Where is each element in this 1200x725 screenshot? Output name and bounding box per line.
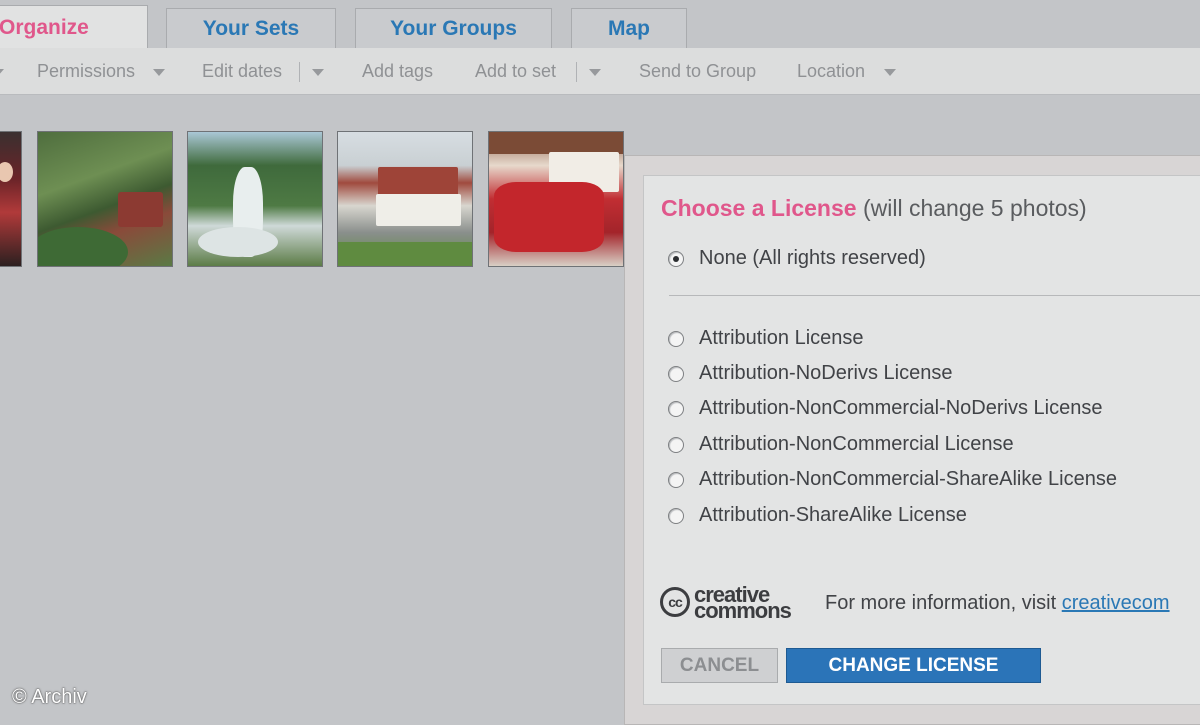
photo-thumbnail[interactable] xyxy=(337,131,473,267)
creative-commons-link[interactable]: creativecom xyxy=(1062,592,1170,614)
tab-map[interactable]: Map xyxy=(571,8,687,48)
license-option-attribution-noncommercial-sharealike[interactable]: Attribution-NonCommercial-ShareAlike Lic… xyxy=(668,468,1117,491)
more-info-text: For more information, visit creativecom xyxy=(825,592,1170,615)
radio-button[interactable] xyxy=(668,436,684,453)
tab-organize-label: Organize xyxy=(0,15,89,39)
sofa-shape xyxy=(494,182,604,252)
cancel-button[interactable]: CANCEL xyxy=(661,648,778,683)
radio-button[interactable] xyxy=(668,330,684,347)
add-tags-button[interactable]: Add tags xyxy=(362,61,433,82)
tab-your-sets-label: Your Sets xyxy=(202,16,300,40)
location-chevron-down-icon[interactable] xyxy=(884,69,896,76)
license-option-label: Attribution-NonCommercial-ShareAlike Lic… xyxy=(699,468,1117,490)
tab-bar: Organize Your Sets Your Groups Map xyxy=(0,0,1200,49)
tab-your-groups[interactable]: Your Groups xyxy=(355,8,552,48)
radio-button[interactable] xyxy=(668,400,684,417)
radio-button[interactable] xyxy=(668,507,684,524)
tab-map-label: Map xyxy=(608,16,650,40)
ceiling-shape xyxy=(489,132,623,154)
creative-commons-logo: cc creative commons xyxy=(660,582,812,623)
tab-your-groups-label: Your Groups xyxy=(390,16,517,40)
change-license-button[interactable]: CHANGE LICENSE xyxy=(786,648,1041,683)
edit-dates-menu[interactable]: Edit dates xyxy=(202,61,282,82)
permissions-menu[interactable]: Permissions xyxy=(37,61,135,82)
permissions-chevron-down-icon[interactable] xyxy=(153,69,165,76)
water-shape xyxy=(198,227,278,257)
license-option-attribution-sharealike[interactable]: Attribution-ShareAlike License xyxy=(668,504,967,527)
photo-thumbnail[interactable] xyxy=(488,131,624,267)
license-option-label: Attribution-NonCommercial-NoDerivs Licen… xyxy=(699,397,1103,419)
dialog-title-main: Choose a License xyxy=(661,195,857,221)
license-option-label: Attribution-ShareAlike License xyxy=(699,504,967,526)
license-option-none[interactable]: None (All rights reserved) xyxy=(668,247,926,270)
add-to-set-chevron-down-icon[interactable] xyxy=(589,69,601,76)
photo-thumbnail[interactable] xyxy=(187,131,323,267)
radio-button[interactable] xyxy=(668,365,684,382)
house-shape xyxy=(376,194,461,226)
license-option-label: Attribution License xyxy=(699,327,864,349)
license-option-label: Attribution-NonCommercial License xyxy=(699,433,1014,455)
barn-shape xyxy=(118,192,163,227)
dialog-divider xyxy=(669,295,1200,296)
toolbar-divider xyxy=(576,62,577,82)
dialog-subtitle: (will change 5 photos) xyxy=(862,195,1087,221)
chevron-down-icon[interactable] xyxy=(0,69,4,76)
tab-your-sets[interactable]: Your Sets xyxy=(166,8,336,48)
send-to-group-button[interactable]: Send to Group xyxy=(639,61,756,82)
roof-shape xyxy=(378,167,458,197)
photo-thumbnail[interactable] xyxy=(37,131,173,267)
license-option-attribution[interactable]: Attribution License xyxy=(668,327,864,350)
license-option-attribution-noncommercial-noderivs[interactable]: Attribution-NonCommercial-NoDerivs Licen… xyxy=(668,397,1102,420)
copyright-watermark: © Archiv xyxy=(12,686,87,708)
license-option-label: None (All rights reserved) xyxy=(699,247,926,269)
radio-button[interactable] xyxy=(668,471,684,488)
tab-organize[interactable]: Organize xyxy=(0,5,148,49)
edit-dates-chevron-down-icon[interactable] xyxy=(312,69,324,76)
toolbar-divider xyxy=(299,62,300,82)
batch-toolbar: Permissions Edit dates Add tags Add to s… xyxy=(0,48,1200,95)
more-info-label: For more information, visit xyxy=(825,592,1057,614)
license-option-attribution-noderivs[interactable]: Attribution-NoDerivs License xyxy=(668,362,952,385)
cc-logo-word: commons xyxy=(694,598,792,623)
add-to-set-menu[interactable]: Add to set xyxy=(475,61,556,82)
lawn-shape xyxy=(338,242,472,266)
location-menu[interactable]: Location xyxy=(797,61,865,82)
cc-icon: cc xyxy=(660,587,690,617)
photo-thumbnail[interactable] xyxy=(0,131,22,267)
license-option-attribution-noncommercial[interactable]: Attribution-NonCommercial License xyxy=(668,433,1014,456)
radio-button-checked[interactable] xyxy=(668,250,684,267)
face-shape xyxy=(0,162,13,182)
dialog-title: Choose a License (will change 5 photos) xyxy=(661,195,1087,222)
bush-shape xyxy=(38,227,128,266)
license-option-label: Attribution-NoDerivs License xyxy=(699,362,953,384)
